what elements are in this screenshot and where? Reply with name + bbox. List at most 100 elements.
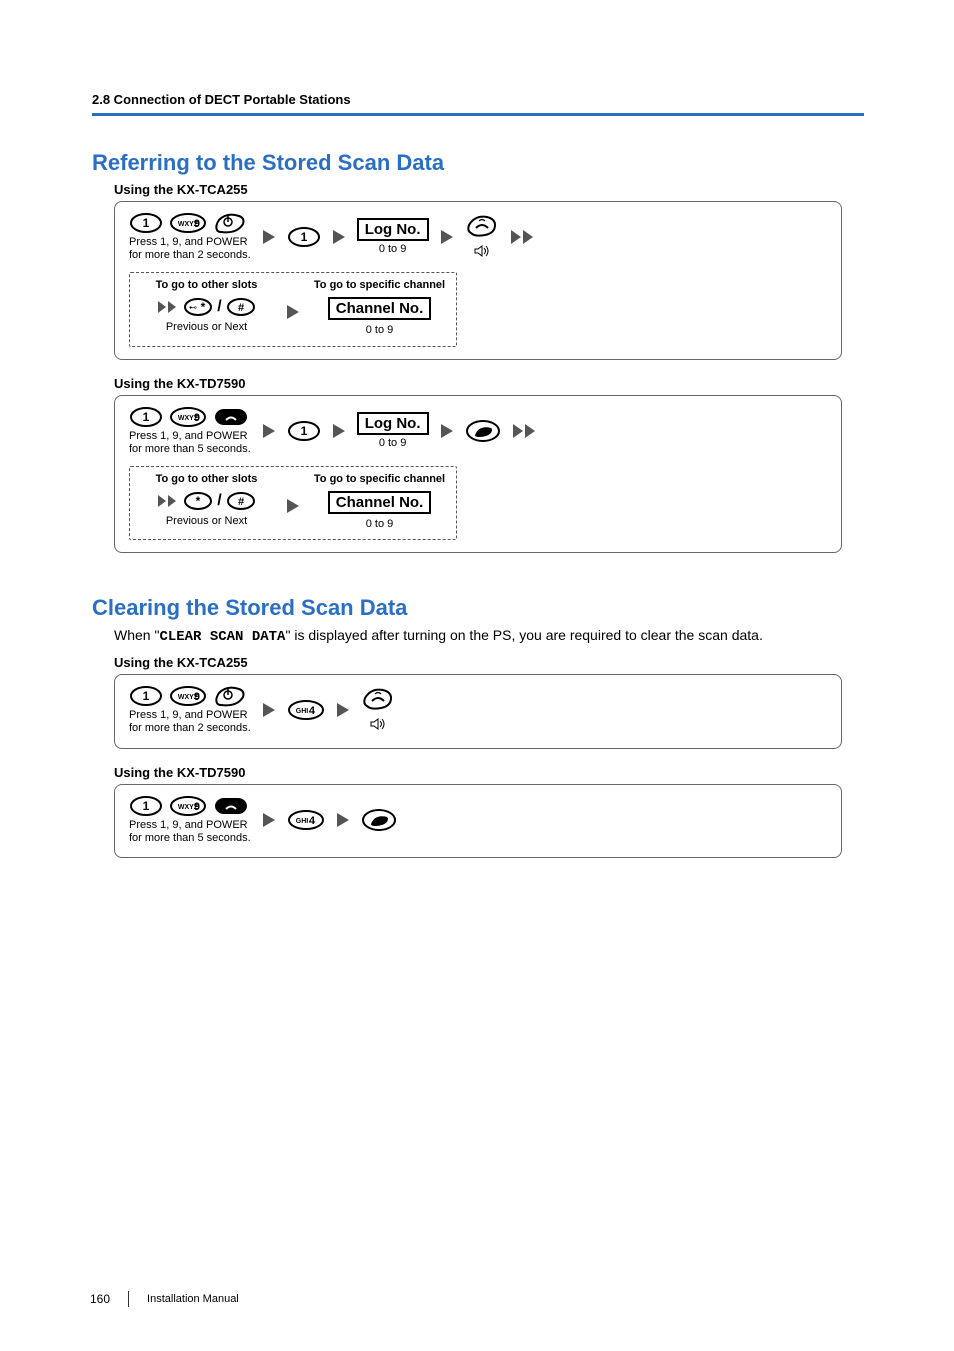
svg-text:1: 1 <box>143 216 150 230</box>
slots-title: To go to other slots <box>156 473 258 485</box>
svg-text:9: 9 <box>194 412 200 424</box>
key-1b-icon: 1 <box>287 420 321 442</box>
hash-key-icon: # <box>226 491 256 511</box>
svg-text:4: 4 <box>309 705 316 717</box>
prev-next-caption: Previous or Next <box>166 321 247 334</box>
panel-referring-td7590: 1 WXYZ 9 Press 1, 9, and POWER fo <box>114 395 842 554</box>
slots-title: To go to other slots <box>156 279 258 291</box>
svg-text:4: 4 <box>309 815 316 827</box>
double-arrow-icon <box>511 422 539 440</box>
hook-speaker-group <box>465 213 499 262</box>
svg-text:#: # <box>238 496 244 508</box>
svg-text:9: 9 <box>194 801 200 813</box>
svg-text:9: 9 <box>194 218 200 230</box>
arrow-icon <box>331 228 347 246</box>
star-key-icon: ⊷ * <box>183 297 213 317</box>
talk-key-td-icon <box>465 419 501 443</box>
panel-clearing-tca255: 1 WXYZ 9 Press 1, 9, and POWER <box>114 674 842 748</box>
panel-referring-tca255: 1 WXYZ 9 Press 1, 9 <box>114 201 842 360</box>
key-1-icon: 1 <box>129 212 163 234</box>
channelno-caption: 0 to 9 <box>366 518 394 531</box>
key-9-icon: WXYZ 9 <box>169 685 207 707</box>
arrow-icon <box>331 422 347 440</box>
slash: / <box>217 298 221 316</box>
channel-title: To go to specific channel <box>314 279 445 291</box>
logno-group: Log No. 0 to 9 <box>357 412 429 450</box>
arrow-icon <box>261 701 277 719</box>
power-key-td-icon <box>213 795 249 817</box>
key-1-icon: 1 <box>129 685 163 707</box>
footer-separator <box>128 1291 129 1307</box>
key-1-icon: 1 <box>129 795 163 817</box>
page-footer: 160 Installation Manual <box>90 1291 239 1307</box>
caption-press19power: Press 1, 9, and POWER for more than 5 se… <box>129 819 251 845</box>
arrow-icon <box>285 303 301 321</box>
power-key-icon <box>213 685 247 707</box>
svg-text:GHI: GHI <box>295 818 308 825</box>
logno-caption: 0 to 9 <box>357 243 429 256</box>
star-key-icon: * <box>183 491 213 511</box>
svg-text:1: 1 <box>143 799 150 813</box>
logno-caption: 0 to 9 <box>357 437 429 450</box>
svg-text:GHI: GHI <box>295 708 308 715</box>
section-title-clearing: Clearing the Stored Scan Data <box>92 595 864 621</box>
arrow-icon <box>439 422 455 440</box>
double-arrow-icon <box>157 494 179 508</box>
dashed-options: To go to other slots ⊷ * / <box>129 272 457 346</box>
clearing-intro: When "CLEAR SCAN DATA" is displayed afte… <box>114 627 864 645</box>
subhead-td7590-1: Using the KX-TD7590 <box>114 376 864 391</box>
svg-text:⊷: ⊷ <box>189 303 197 312</box>
hash-key-icon: # <box>226 297 256 317</box>
arrow-icon <box>335 811 351 829</box>
key-4-icon: GHI 4 <box>287 699 325 721</box>
subhead-tca255-2: Using the KX-TCA255 <box>114 655 864 670</box>
subhead-td7590-2: Using the KX-TD7590 <box>114 765 864 780</box>
panel-clearing-td7590: 1 WXYZ 9 Press 1, 9, and POWER for more … <box>114 784 842 858</box>
power-key-icon <box>213 212 247 234</box>
channelno-caption: 0 to 9 <box>366 324 394 337</box>
logno-group: Log No. 0 to 9 <box>357 218 429 256</box>
caption-press19power: Press 1, 9, and POWER for more than 2 se… <box>129 236 251 262</box>
channelno-box: Channel No. <box>328 297 432 320</box>
key-9-icon: WXYZ 9 <box>169 406 207 428</box>
dashed-options: To go to other slots * / # <box>129 466 457 540</box>
arrow-icon <box>261 228 277 246</box>
arrow-icon <box>261 811 277 829</box>
channelno-box: Channel No. <box>328 491 432 514</box>
svg-text:1: 1 <box>300 230 307 244</box>
subhead-tca255-1: Using the KX-TCA255 <box>114 182 864 197</box>
key-9-icon: WXYZ 9 <box>169 212 207 234</box>
caption-press19power: Press 1, 9, and POWER for more than 2 se… <box>129 709 251 735</box>
key-1b-icon: 1 <box>287 226 321 248</box>
key-1-icon: 1 <box>129 406 163 428</box>
section-title-referring: Referring to the Stored Scan Data <box>92 150 864 176</box>
on-hook-icon <box>465 213 499 237</box>
speaker-icon <box>474 245 490 257</box>
key-4-icon: GHI 4 <box>287 809 325 831</box>
initial-keys-group: 1 WXYZ 9 Press 1, 9, and POWER for more … <box>129 795 251 845</box>
arrow-icon <box>335 701 351 719</box>
arrow-icon <box>285 497 301 515</box>
key-9-icon: WXYZ 9 <box>169 795 207 817</box>
page-header: 2.8 Connection of DECT Portable Stations <box>92 92 864 116</box>
prev-next-caption: Previous or Next <box>166 515 247 528</box>
svg-text:9: 9 <box>194 691 200 703</box>
slash: / <box>217 492 221 510</box>
arrow-icon <box>439 228 455 246</box>
caption-press19power: Press 1, 9, and POWER for more than 5 se… <box>129 430 251 456</box>
logno-box: Log No. <box>357 412 429 435</box>
svg-text:#: # <box>238 302 244 314</box>
double-arrow-icon <box>157 300 179 314</box>
svg-text:1: 1 <box>300 424 307 438</box>
svg-text:1: 1 <box>143 410 150 424</box>
svg-text:1: 1 <box>143 689 150 703</box>
double-arrow-icon <box>509 228 537 246</box>
initial-keys-group: 1 WXYZ 9 Press 1, 9, and POWER fo <box>129 406 251 456</box>
initial-keys-group: 1 WXYZ 9 Press 1, 9 <box>129 212 251 262</box>
footer-title: Installation Manual <box>147 1293 239 1305</box>
power-key-td-icon <box>213 406 249 428</box>
speaker-icon <box>370 718 386 730</box>
breadcrumb: 2.8 Connection of DECT Portable Stations <box>92 92 351 107</box>
svg-text:*: * <box>201 300 206 314</box>
on-hook-icon <box>361 686 395 710</box>
